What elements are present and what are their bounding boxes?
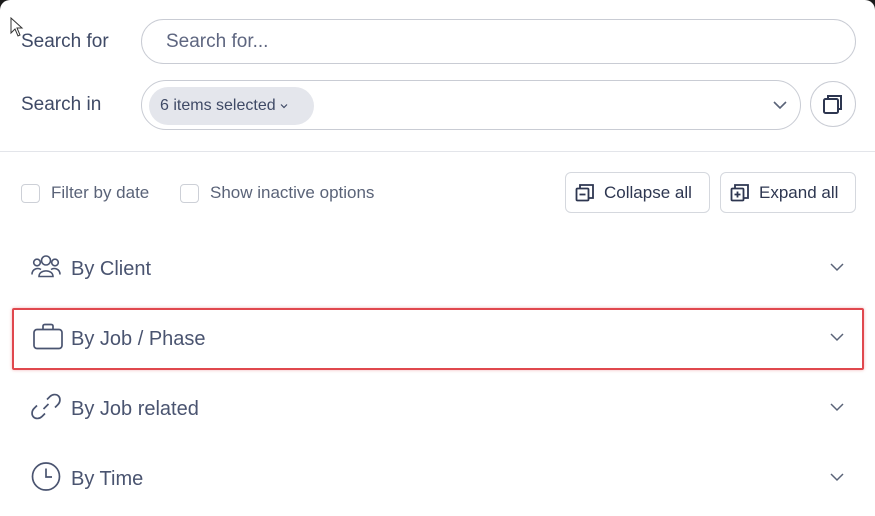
chip-caret-icon xyxy=(279,102,289,110)
expand-icon xyxy=(730,183,749,201)
chevron-down-icon[interactable] xyxy=(772,98,788,117)
chevron-down-icon[interactable] xyxy=(829,330,845,348)
search-panel: Search for Search in 6 items selected Fi… xyxy=(0,0,875,516)
chevron-down-icon[interactable] xyxy=(829,260,845,278)
link-icon xyxy=(30,391,62,428)
section-by-job-related[interactable]: By Job related xyxy=(14,379,861,439)
expand-all-button[interactable]: Expand all xyxy=(720,172,856,213)
users-icon xyxy=(30,253,62,286)
search-in-label: Search in xyxy=(21,94,102,115)
filter-by-date-label: Filter by date xyxy=(51,183,150,202)
chevron-down-icon[interactable] xyxy=(829,470,845,488)
copy-stack-icon xyxy=(823,95,842,114)
briefcase-icon xyxy=(32,323,64,356)
show-inactive-label: Show inactive options xyxy=(210,183,375,202)
collapse-all-label: Collapse all xyxy=(604,182,692,202)
search-input[interactable] xyxy=(141,19,856,64)
collapse-all-button[interactable]: Collapse all xyxy=(565,172,710,213)
search-for-label: Search for xyxy=(21,31,109,52)
section-label: By Time xyxy=(71,467,144,490)
selected-items-chip[interactable]: 6 items selected xyxy=(149,87,314,125)
search-in-select[interactable]: 6 items selected xyxy=(141,80,801,130)
section-label: By Job / Phase xyxy=(71,327,206,350)
show-inactive-option[interactable]: Show inactive options xyxy=(180,183,374,203)
section-by-client[interactable]: By Client xyxy=(14,239,861,299)
filter-by-date-option[interactable]: Filter by date xyxy=(21,183,149,203)
filter-by-date-checkbox[interactable] xyxy=(21,183,40,203)
chevron-down-icon[interactable] xyxy=(829,400,845,418)
section-label: By Job related xyxy=(71,397,199,420)
clock-icon xyxy=(30,461,62,498)
expand-all-label: Expand all xyxy=(759,182,839,202)
section-label: By Client xyxy=(71,257,152,280)
divider xyxy=(0,151,875,152)
select-all-button[interactable] xyxy=(810,81,856,127)
section-by-time[interactable]: By Time xyxy=(14,449,861,509)
selected-items-chip-label: 6 items selected xyxy=(160,97,276,114)
show-inactive-checkbox[interactable] xyxy=(180,183,199,203)
collapse-icon xyxy=(575,183,594,201)
section-by-job-phase[interactable]: By Job / Phase xyxy=(12,308,864,370)
